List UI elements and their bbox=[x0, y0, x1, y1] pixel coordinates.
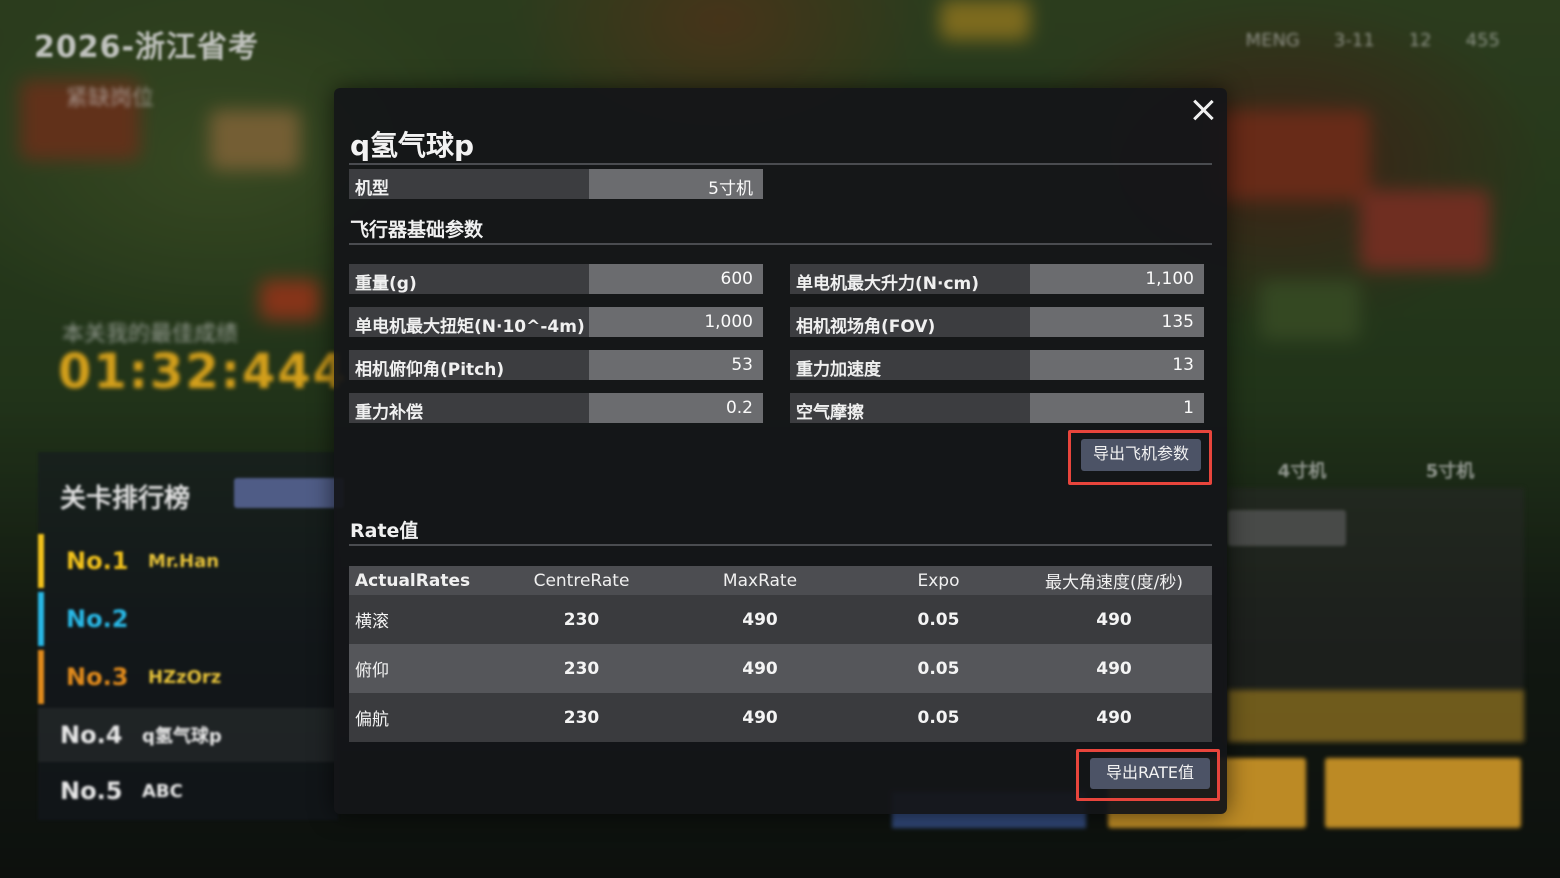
rate-row-pitch: 俯仰 230 490 0.05 490 bbox=[349, 644, 1212, 693]
replay-count: 455 bbox=[1465, 30, 1500, 51]
centre-rate: 230 bbox=[504, 595, 659, 644]
level-subtitle: 紧缺岗位 bbox=[66, 86, 155, 111]
param-max-torque: 单电机最大扭矩(N·10^-4m) 1,000 bbox=[349, 307, 763, 337]
rank: No.3 bbox=[66, 663, 129, 691]
rate-divider bbox=[349, 544, 1212, 546]
drone-model-tag bbox=[1228, 510, 1346, 546]
centre-rate: 230 bbox=[504, 693, 659, 742]
col-actual-rates: ActualRates bbox=[349, 566, 504, 595]
player: ABC bbox=[142, 780, 183, 802]
param-value: 600 bbox=[589, 264, 763, 294]
max-rate: 490 bbox=[659, 595, 861, 644]
param-label: 空气摩擦 bbox=[790, 393, 1030, 423]
param-value: 53 bbox=[589, 350, 763, 380]
col-centre-rate: CentreRate bbox=[504, 566, 659, 595]
max-angular-speed: 490 bbox=[1016, 644, 1212, 693]
param-label: 重力加速度 bbox=[790, 350, 1030, 380]
level-number: 3-11 bbox=[1333, 30, 1375, 51]
leaderboard-row[interactable]: No.5 ABC bbox=[38, 764, 338, 818]
player: Mr.Han bbox=[148, 550, 220, 572]
leaderboard-row[interactable]: No.4 q氢气球p bbox=[38, 708, 338, 762]
rank: No.5 bbox=[60, 777, 123, 805]
param-label: 重量(g) bbox=[349, 264, 589, 294]
param-camera-fov: 相机视场角(FOV) 135 bbox=[790, 307, 1204, 337]
max-rate: 490 bbox=[659, 693, 861, 742]
basic-divider bbox=[349, 243, 1212, 245]
star-count: 12 bbox=[1408, 30, 1432, 51]
rank: No.2 bbox=[66, 605, 129, 633]
axis-name: 偏航 bbox=[349, 693, 504, 742]
close-icon[interactable] bbox=[1189, 96, 1217, 124]
max-angular-speed: 490 bbox=[1016, 693, 1212, 742]
drone-size-tabs[interactable]: 4寸机 5寸机 bbox=[1228, 452, 1524, 488]
param-label: 重力补偿 bbox=[349, 393, 589, 423]
drone-preview-footer bbox=[1228, 690, 1524, 742]
export-rate-button[interactable]: 导出RATE值 bbox=[1090, 758, 1210, 789]
param-value: 1,000 bbox=[589, 307, 763, 337]
back-title: 2026-浙江省考 bbox=[34, 30, 259, 65]
dialog-title: q氢气球p bbox=[350, 129, 475, 162]
best-score-time: 01:32:444 bbox=[58, 344, 349, 400]
param-label: 相机视场角(FOV) bbox=[790, 307, 1030, 337]
rate-table: ActualRates CentreRate MaxRate Expo 最大角速… bbox=[349, 566, 1212, 742]
param-max-thrust: 单电机最大升力(N·cm) 1,100 bbox=[790, 264, 1204, 294]
rate-header-row: ActualRates CentreRate MaxRate Expo 最大角速… bbox=[349, 566, 1212, 595]
max-angular-speed: 490 bbox=[1016, 595, 1212, 644]
player: q氢气球p bbox=[142, 726, 222, 747]
col-max-angular-speed: 最大角速度(度/秒) bbox=[1016, 566, 1212, 595]
param-value: 1,100 bbox=[1030, 264, 1204, 294]
tab-5inch[interactable]: 5寸机 bbox=[1426, 457, 1475, 483]
param-value: 135 bbox=[1030, 307, 1204, 337]
rank: No.1 bbox=[66, 547, 129, 575]
param-weight: 重量(g) 600 bbox=[349, 264, 763, 294]
basic-params-heading: 飞行器基础参数 bbox=[350, 219, 484, 241]
player-name: MENG bbox=[1245, 30, 1300, 51]
param-value: 0.2 bbox=[589, 393, 763, 423]
leaderboard-title: 关卡排行榜 bbox=[60, 484, 191, 514]
expo: 0.05 bbox=[861, 693, 1016, 742]
rate-row-yaw: 偏航 230 490 0.05 490 bbox=[349, 693, 1212, 742]
param-gravity-comp: 重力补偿 0.2 bbox=[349, 393, 763, 423]
model-value: 5寸机 bbox=[589, 169, 763, 199]
axis-name: 横滚 bbox=[349, 595, 504, 644]
export-params-button[interactable]: 导出飞机参数 bbox=[1081, 439, 1201, 471]
tab-4inch[interactable]: 4寸机 bbox=[1278, 457, 1327, 483]
model-row: 机型 5寸机 bbox=[349, 169, 763, 199]
rate-row-roll: 横滚 230 490 0.05 490 bbox=[349, 595, 1212, 644]
param-label: 相机俯仰角(Pitch) bbox=[349, 350, 589, 380]
model-label: 机型 bbox=[349, 169, 589, 199]
param-gravity: 重力加速度 13 bbox=[790, 350, 1204, 380]
centre-rate: 230 bbox=[504, 644, 659, 693]
back-header[interactable]: 2026-浙江省考 紧缺岗位 bbox=[34, 22, 259, 112]
col-max-rate: MaxRate bbox=[659, 566, 861, 595]
leaderboard-row[interactable]: No.3 HZzOrz bbox=[38, 650, 338, 704]
param-label: 单电机最大扭矩(N·10^-4m) bbox=[349, 307, 589, 337]
col-expo: Expo bbox=[861, 566, 1016, 595]
player: HZzOrz bbox=[148, 666, 222, 688]
rate-heading: Rate值 bbox=[350, 520, 419, 542]
arcade-mode-button[interactable] bbox=[1325, 758, 1521, 828]
param-value: 1 bbox=[1030, 393, 1204, 423]
param-label: 单电机最大升力(N·cm) bbox=[790, 264, 1030, 294]
leaderboard-row[interactable]: No.2 bbox=[38, 592, 338, 646]
max-rate: 490 bbox=[659, 644, 861, 693]
param-camera-pitch: 相机俯仰角(Pitch) 53 bbox=[349, 350, 763, 380]
param-air-friction: 空气摩擦 1 bbox=[790, 393, 1204, 423]
expo: 0.05 bbox=[861, 595, 1016, 644]
rank: No.4 bbox=[60, 721, 123, 749]
aircraft-params-dialog: q氢气球p 机型 5寸机 飞行器基础参数 重量(g) 600 单电机最大扭矩(N… bbox=[334, 88, 1227, 814]
top-right-stats: MENG 3-11 12 455 bbox=[1246, 30, 1500, 51]
param-value: 13 bbox=[1030, 350, 1204, 380]
title-divider bbox=[349, 163, 1212, 165]
leaderboard-filter-tag[interactable] bbox=[234, 478, 344, 508]
expo: 0.05 bbox=[861, 644, 1016, 693]
leaderboard-panel: 关卡排行榜 No.1 Mr.Han No.2 No.3 HZzOrz No.4 … bbox=[38, 452, 344, 820]
leaderboard-row[interactable]: No.1 Mr.Han bbox=[38, 534, 338, 588]
axis-name: 俯仰 bbox=[349, 644, 504, 693]
